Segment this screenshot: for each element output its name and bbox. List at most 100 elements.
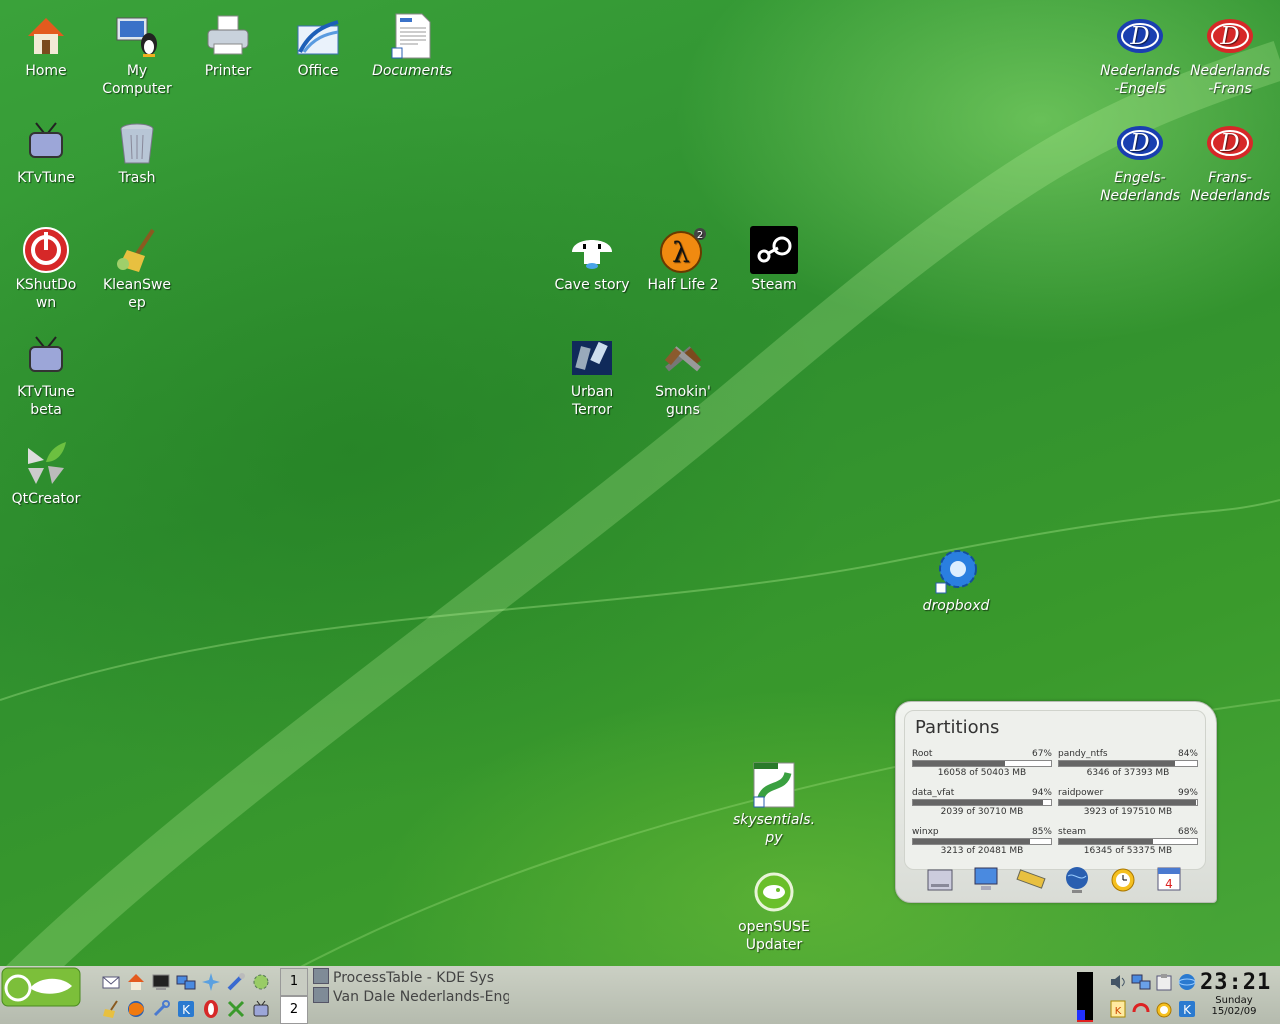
partition-percent: 67% bbox=[1031, 749, 1052, 759]
vandale-blue-icon: D bbox=[1117, 126, 1163, 160]
clock[interactable]: 23:21 Sunday 15/02/09 bbox=[1200, 966, 1270, 1024]
harddisk-icon[interactable] bbox=[925, 864, 955, 894]
home-icon bbox=[28, 18, 64, 54]
partition-size: 16058 of 50403 MB bbox=[937, 768, 1027, 778]
usage-bar-fill bbox=[913, 839, 1031, 844]
knotes-icon[interactable]: K bbox=[1108, 999, 1128, 1019]
alarm-clock-icon[interactable] bbox=[1108, 864, 1138, 894]
network-tray-icon[interactable] bbox=[1131, 972, 1151, 992]
volume-icon[interactable] bbox=[1108, 972, 1128, 992]
desktop-icon-opensuse-updater[interactable]: openSUSE Updater bbox=[730, 868, 818, 954]
clock-day: Sunday bbox=[1215, 995, 1253, 1006]
desktop-switch-2[interactable]: 2 bbox=[280, 996, 308, 1024]
monitor-icon[interactable] bbox=[971, 864, 1001, 894]
partition-pandy-ntfs: pandy_ntfs 84% 6346 of 37393 MB bbox=[1058, 749, 1198, 778]
task-vandale[interactable]: Van Dale Nederlands-Engel bbox=[313, 987, 509, 1005]
headset-icon[interactable] bbox=[1131, 999, 1151, 1019]
svg-text:2: 2 bbox=[697, 230, 703, 241]
tv-icon bbox=[29, 122, 63, 158]
label: Printer bbox=[204, 63, 252, 79]
desktop-icon-nl-fr[interactable]: D Nederlands -Frans bbox=[1186, 12, 1274, 98]
label: dropboxd bbox=[922, 598, 990, 614]
settings-icon[interactable] bbox=[251, 972, 271, 992]
gear-icon bbox=[935, 550, 977, 594]
terminal-icon[interactable] bbox=[151, 972, 171, 992]
desktop-icon-kshutdown[interactable]: KShutDo wn bbox=[2, 226, 90, 312]
desktop-icon-skysentials[interactable]: skysentials. py bbox=[730, 761, 818, 847]
desktop-icon-smokin-guns[interactable]: Smokin' guns bbox=[639, 333, 727, 419]
desktop-icon-ktvtune[interactable]: KTvTune bbox=[2, 119, 90, 187]
memory-icon[interactable] bbox=[1016, 864, 1046, 894]
partition-percent: 85% bbox=[1031, 827, 1052, 837]
alarm-clock-icon[interactable] bbox=[1154, 999, 1174, 1019]
usage-bar-fill bbox=[1059, 839, 1153, 844]
mail-icon[interactable] bbox=[101, 972, 121, 992]
desktop-icon-my-computer[interactable]: My Computer bbox=[93, 12, 181, 98]
label: KTvTune beta bbox=[17, 384, 75, 418]
usage-bar bbox=[912, 760, 1052, 767]
desktop-icon-steam[interactable]: Steam bbox=[730, 226, 818, 294]
desktop-icon-urban-terror[interactable]: Urban Terror bbox=[548, 333, 636, 419]
label: QtCreator bbox=[11, 491, 81, 507]
label: Office bbox=[297, 63, 339, 79]
wrench-icon[interactable] bbox=[151, 999, 171, 1019]
klipper-icon[interactable] bbox=[1154, 972, 1174, 992]
label: Engels- Nederlands bbox=[1100, 170, 1180, 204]
half-life-icon: λ2 bbox=[660, 228, 706, 273]
desktop-icon-printer[interactable]: Printer bbox=[184, 12, 272, 80]
desktop-icon-dropboxd[interactable]: dropboxd bbox=[912, 547, 1000, 615]
desktop-icon-qtcreator[interactable]: QtCreator bbox=[2, 440, 90, 508]
network-computers-icon[interactable] bbox=[176, 972, 196, 992]
sweep-icon[interactable] bbox=[101, 999, 121, 1019]
desktop-icon-ktvtune-beta[interactable]: KTvTune beta bbox=[2, 333, 90, 419]
partition-winxp: winxp 85% 3213 of 20481 MB bbox=[912, 827, 1052, 856]
python-script-icon bbox=[753, 762, 795, 808]
desktop-icon-documents[interactable]: Documents bbox=[368, 12, 456, 80]
crossed-tools-icon[interactable] bbox=[226, 999, 246, 1019]
compass-icon[interactable] bbox=[201, 972, 221, 992]
tv-icon[interactable] bbox=[251, 999, 271, 1019]
partition-percent: 68% bbox=[1177, 827, 1198, 837]
desktop-icon-fr-nl[interactable]: D Frans- Nederlands bbox=[1186, 119, 1274, 205]
task-label: Van Dale Nederlands-Engel bbox=[333, 989, 509, 1005]
opera-icon[interactable] bbox=[201, 999, 221, 1019]
usage-bar bbox=[912, 799, 1052, 806]
calendar-icon[interactable]: 4 bbox=[1154, 864, 1184, 894]
desktop-switch-1[interactable]: 1 bbox=[280, 968, 308, 996]
system-monitor[interactable] bbox=[1077, 972, 1093, 1022]
desktop-icon-trash[interactable]: Trash bbox=[93, 119, 181, 187]
network-globe-icon[interactable] bbox=[1062, 864, 1092, 894]
usage-bar bbox=[1058, 760, 1198, 767]
label: Half Life 2 bbox=[647, 277, 719, 293]
desktop-icon-en-nl[interactable]: D Engels- Nederlands bbox=[1096, 119, 1184, 205]
desktop-icon-home[interactable]: Home bbox=[2, 12, 90, 80]
tools-icon[interactable] bbox=[226, 972, 246, 992]
partition-data-vfat: data_vfat 94% 2039 of 30710 MB bbox=[912, 788, 1052, 817]
partition-size: 16345 of 53375 MB bbox=[1083, 846, 1173, 856]
kde-icon[interactable]: K bbox=[176, 999, 196, 1019]
desktop-icon-cave-story[interactable]: Cave story bbox=[548, 226, 636, 294]
printer-icon bbox=[207, 15, 249, 55]
partition-size: 2039 of 30710 MB bbox=[940, 807, 1024, 817]
desktop-icon-kleansweep[interactable]: KleanSwe ep bbox=[93, 226, 181, 312]
home-icon[interactable] bbox=[126, 972, 146, 992]
globe-tray-icon[interactable] bbox=[1177, 972, 1197, 992]
task-label: ProcessTable - KDE Sys bbox=[333, 970, 494, 986]
desktop-icon-office[interactable]: Office bbox=[274, 12, 362, 80]
label: Frans- Nederlands bbox=[1190, 170, 1270, 204]
vandale-red-icon: D bbox=[1207, 126, 1253, 160]
firefox-icon[interactable] bbox=[126, 999, 146, 1019]
label: Documents bbox=[372, 63, 452, 79]
kmenu-button[interactable] bbox=[0, 966, 82, 1008]
window-icon bbox=[313, 968, 329, 984]
label: KleanSwe ep bbox=[102, 277, 172, 311]
kde-tray-icon[interactable]: K bbox=[1177, 999, 1197, 1019]
label: Smokin' guns bbox=[655, 384, 711, 418]
label: Steam bbox=[751, 277, 797, 293]
desktop-icon-nl-en[interactable]: D Nederlands -Engels bbox=[1096, 12, 1184, 98]
usage-bar bbox=[912, 838, 1052, 845]
trash-icon bbox=[120, 123, 154, 164]
desktop-icon-half-life-2[interactable]: λ2 Half Life 2 bbox=[639, 226, 727, 294]
task-processtable[interactable]: ProcessTable - KDE Sys bbox=[313, 968, 509, 986]
label: openSUSE Updater bbox=[738, 919, 810, 953]
